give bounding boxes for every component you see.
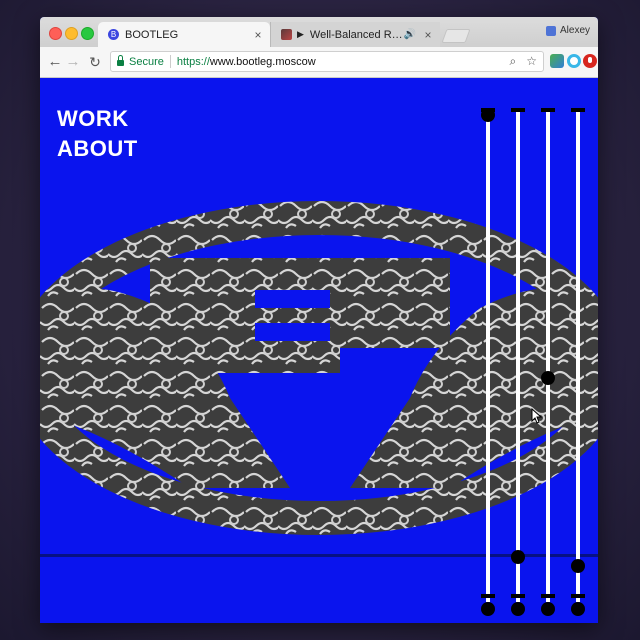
- nav-about-link[interactable]: ABOUT: [57, 136, 138, 162]
- minimize-window-button[interactable]: [65, 27, 78, 40]
- slider-base-dot: [541, 602, 555, 616]
- back-button[interactable]: ←: [46, 52, 64, 72]
- close-icon[interactable]: ×: [252, 28, 264, 42]
- slider-base-dot: [481, 602, 495, 616]
- nav-work-link[interactable]: WORK: [57, 106, 129, 132]
- b-icon: B: [108, 29, 119, 40]
- slider-base-dot: [511, 602, 525, 616]
- address-bar[interactable]: Secure https:// www.bootleg.moscow ⌕ ☆: [110, 51, 544, 72]
- tab-title: Well-Balanced Rollback: [309, 28, 404, 41]
- tab-video[interactable]: ▶ Well-Balanced Rollback 🔊 ×: [270, 22, 440, 47]
- omnibox-actions: ⌕ ☆: [510, 54, 538, 69]
- new-tab-button[interactable]: [441, 29, 471, 43]
- slider-cap-bottom: [571, 594, 585, 598]
- forward-button[interactable]: →: [64, 52, 82, 72]
- logo-b-slot-bottom: [255, 323, 330, 341]
- logo-letter-b: [150, 258, 450, 373]
- slider-handle-4[interactable]: [571, 559, 585, 574]
- video-thumb-icon: [281, 29, 292, 40]
- person-icon: [545, 25, 556, 36]
- slider-track-2[interactable]: [516, 112, 520, 602]
- logo-gap: [230, 378, 410, 392]
- mouse-cursor-icon: [531, 408, 543, 424]
- slider-cap-top: [541, 108, 555, 112]
- play-icon: ▶: [297, 29, 304, 39]
- tab-title: BOOTLEG: [125, 28, 179, 41]
- audio-icon[interactable]: 🔊: [404, 29, 416, 40]
- logo-b-slot-top: [255, 290, 330, 308]
- slider-base-dot: [571, 602, 585, 616]
- page-viewport: WORK ABOUT: [40, 78, 598, 623]
- tab-bootleg[interactable]: B BOOTLEG ×: [98, 22, 270, 47]
- slider-cap-bottom: [541, 594, 555, 598]
- url-scheme: https://: [176, 55, 210, 68]
- slider-track-3[interactable]: [546, 112, 550, 602]
- maximize-window-button[interactable]: [81, 27, 94, 40]
- slider-track-1[interactable]: [486, 112, 490, 602]
- browser-window: B BOOTLEG × ▶ Well-Balanced Rollback 🔊 ×…: [40, 17, 598, 623]
- tab-bar: B BOOTLEG × ▶ Well-Balanced Rollback 🔊 ×…: [40, 17, 598, 47]
- bootleg-logo-graphic: [40, 201, 598, 535]
- slider-track-4[interactable]: [576, 112, 580, 602]
- extension-shield-icon[interactable]: [583, 54, 597, 68]
- profile-button[interactable]: Alexey: [545, 25, 590, 36]
- slider-cap-bottom: [481, 594, 495, 598]
- close-window-button[interactable]: [49, 27, 62, 40]
- zoom-icon[interactable]: ⌕: [510, 54, 517, 69]
- slider-cap-top: [571, 108, 585, 112]
- browser-toolbar: ← → ↻ Secure https:// www.bootleg.moscow…: [40, 47, 598, 78]
- url-host: www.bootleg.moscow: [209, 55, 316, 68]
- slider-cap-top: [511, 108, 525, 112]
- extension-icon[interactable]: [550, 54, 564, 68]
- lock-icon[interactable]: [117, 55, 124, 66]
- profile-name: Alexey: [559, 25, 590, 36]
- slider-handle-2[interactable]: [511, 549, 525, 564]
- star-icon[interactable]: ☆: [526, 54, 537, 69]
- secure-label: Secure: [129, 55, 164, 68]
- divider: [169, 55, 171, 68]
- close-icon[interactable]: ×: [422, 28, 434, 42]
- reload-button[interactable]: ↻: [86, 52, 104, 72]
- extension-ring-icon[interactable]: [567, 54, 581, 68]
- slider-cap-bottom: [511, 594, 525, 598]
- slider-handle-1[interactable]: [481, 108, 495, 122]
